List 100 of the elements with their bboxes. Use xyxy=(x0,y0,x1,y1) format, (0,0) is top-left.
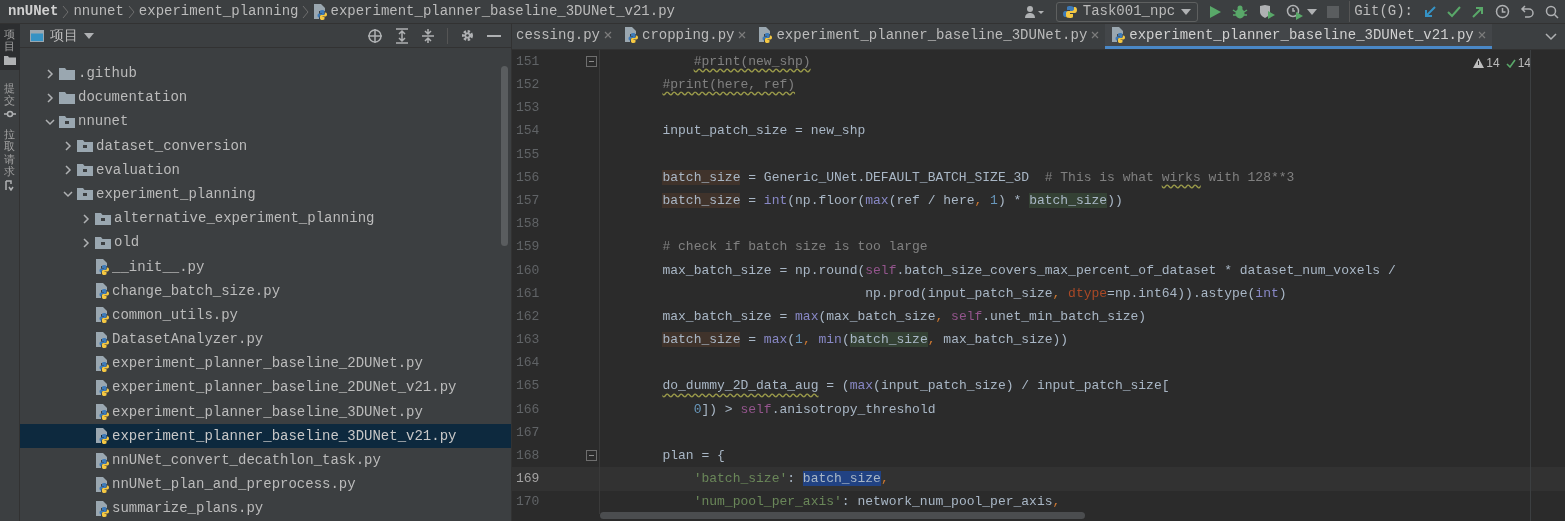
tree-item[interactable]: alternative_experiment_planning xyxy=(20,206,511,231)
editor-tab[interactable]: cessing.py xyxy=(512,24,618,49)
tool-window-tab[interactable]: 项目 xyxy=(0,24,20,71)
line-number: 156 xyxy=(515,168,541,187)
breadcrumb[interactable]: nnunet xyxy=(73,1,124,22)
expand-all-icon[interactable] xyxy=(395,27,409,44)
line-number: 169 xyxy=(515,470,541,489)
tool-window-tab[interactable]: 拉取请求 xyxy=(0,124,20,195)
tree-item[interactable]: summarize_plans.py xyxy=(20,496,511,521)
code-line: 0]) > self.anisotropy_threshold xyxy=(693,400,936,419)
python-file-icon xyxy=(95,428,109,445)
close-icon xyxy=(1091,31,1100,39)
editor-tab[interactable]: cropping.py xyxy=(618,24,753,49)
fold-end-icon[interactable] xyxy=(586,56,597,68)
line-number: 162 xyxy=(515,307,541,326)
separator-icon xyxy=(62,4,70,19)
fold-start-icon[interactable] xyxy=(586,450,597,462)
tree-item[interactable]: .github xyxy=(20,61,511,86)
project-view-dropdown[interactable]: 项目 xyxy=(30,25,94,47)
caret-icon[interactable] xyxy=(1307,8,1318,15)
run-icon[interactable] xyxy=(1208,4,1223,19)
tree-item[interactable]: experiment_planner_baseline_2DUNet.py xyxy=(20,351,511,376)
settings-icon[interactable] xyxy=(460,28,475,44)
git-label: Git(G): xyxy=(1349,1,1413,22)
check-icon xyxy=(1505,58,1516,68)
folder-icon xyxy=(59,66,75,81)
python-file-icon xyxy=(95,379,109,396)
tree-item[interactable]: change_batch_size.py xyxy=(20,279,511,304)
tree-item[interactable]: nnUNet_convert_decathlon_task.py xyxy=(20,448,511,473)
tree-item[interactable]: __init__.py xyxy=(20,254,511,280)
undo-icon[interactable] xyxy=(1520,4,1535,19)
tree-item[interactable]: nnUNet_plan_and_preprocess.py xyxy=(20,472,511,497)
line-number: 161 xyxy=(515,284,541,303)
tree-item[interactable]: experiment_planner_baseline_3DUNet.py xyxy=(20,400,511,425)
code-line: input_patch_size = new_shp xyxy=(662,122,866,141)
close-icon xyxy=(604,31,612,39)
arrow-down-left-icon[interactable] xyxy=(1423,4,1437,19)
chevron-right-icon xyxy=(44,67,56,80)
code-line: plan = { xyxy=(662,447,725,466)
python-icon xyxy=(1062,4,1077,19)
shield-run-icon[interactable] xyxy=(1258,3,1277,20)
tree-item[interactable]: experiment_planner_baseline_2DUNet_v21.py xyxy=(20,375,511,401)
arrow-up-right-icon[interactable] xyxy=(1471,4,1485,19)
code-line: max_batch_size = np.round(self.batch_size_covers_max_percent_of_dataset * dataset_num_voxels / xyxy=(662,261,1396,280)
tree-item[interactable]: documentation xyxy=(20,85,511,110)
breadcrumb[interactable]: experiment_planner_baseline_3DUNet_v21.py xyxy=(313,1,675,22)
python-file-icon xyxy=(95,283,109,300)
line-number: 170 xyxy=(515,493,541,512)
tree-item[interactable]: experiment_planner_baseline_3DUNet_v21.py xyxy=(20,424,511,449)
run-config-dropdown[interactable]: Task001_npc xyxy=(1055,1,1199,22)
weak-warning-count[interactable]: 14 xyxy=(1517,54,1531,72)
chevron-down-icon[interactable] xyxy=(1545,32,1557,41)
warning-icon xyxy=(1473,58,1485,68)
tree-item[interactable]: old xyxy=(20,230,511,255)
folder-icon xyxy=(77,139,93,154)
editor-tab[interactable]: experiment_planner_baseline_3DUNet_v21.py xyxy=(1105,24,1492,49)
line-number: 157 xyxy=(515,191,541,210)
line-number: 151 xyxy=(515,52,541,71)
python-file-icon xyxy=(95,452,109,469)
folder-icon xyxy=(77,187,93,202)
crosshair-icon[interactable] xyxy=(367,27,383,44)
line-number: 152 xyxy=(515,76,541,95)
breadcrumb[interactable]: nnUNet xyxy=(8,1,59,22)
tree-item[interactable]: DatasetAnalyzer.py xyxy=(20,327,511,352)
tree-item[interactable]: experiment_planning xyxy=(20,182,511,207)
scrollbar[interactable] xyxy=(600,512,1085,519)
python-file-icon xyxy=(95,355,109,372)
window-icon xyxy=(30,29,44,42)
python-file-icon xyxy=(758,27,773,43)
python-file-icon xyxy=(95,476,109,493)
clock-icon[interactable] xyxy=(1495,4,1510,19)
bug-icon[interactable] xyxy=(1232,3,1249,20)
clock-run-icon[interactable] xyxy=(1286,3,1305,20)
separator-icon xyxy=(302,4,310,19)
chevron-right-icon xyxy=(62,140,74,153)
collapse-all-icon[interactable] xyxy=(421,27,435,44)
chevron-right-icon xyxy=(62,164,74,177)
breadcrumb[interactable]: experiment_planning xyxy=(138,1,299,22)
code-line: # check if batch size is too large xyxy=(662,238,928,257)
line-number: 154 xyxy=(515,122,541,141)
code-line: max_batch_size = max(max_batch_size, self.unet_min_batch_size) xyxy=(662,307,1147,326)
tree-item[interactable]: evaluation xyxy=(20,158,511,183)
tool-window-tab[interactable]: 提交 xyxy=(0,78,20,125)
editor-tab[interactable]: experiment_planner_baseline_3DUNet.py xyxy=(752,24,1106,49)
tree-item[interactable]: dataset_conversion xyxy=(20,134,511,159)
tree-item[interactable]: common_utils.py xyxy=(20,303,511,328)
user-icon[interactable] xyxy=(1023,4,1046,19)
scrollbar[interactable] xyxy=(501,66,508,246)
code-line: batch_size = max(1, min(batch_size, max_batch_size)) xyxy=(662,331,1069,350)
close-icon xyxy=(738,31,747,39)
search-icon[interactable] xyxy=(1545,4,1559,19)
line-number: 155 xyxy=(515,145,541,164)
code-line: 'batch_size': batch_size, xyxy=(693,470,889,489)
line-number: 160 xyxy=(515,261,541,280)
code-line: batch_size = int(np.floor(max(ref / here, 1) * batch_size)) xyxy=(662,191,1123,210)
check-icon[interactable] xyxy=(1447,4,1461,19)
line-number: 167 xyxy=(515,423,541,442)
code-line: batch_size = Generic_UNet.DEFAULT_BATCH_SIZE_3D # This is what wirks with 128**3 xyxy=(662,168,1295,187)
warning-count[interactable]: 14 xyxy=(1486,54,1500,72)
tree-item[interactable]: nnunet xyxy=(20,109,511,134)
